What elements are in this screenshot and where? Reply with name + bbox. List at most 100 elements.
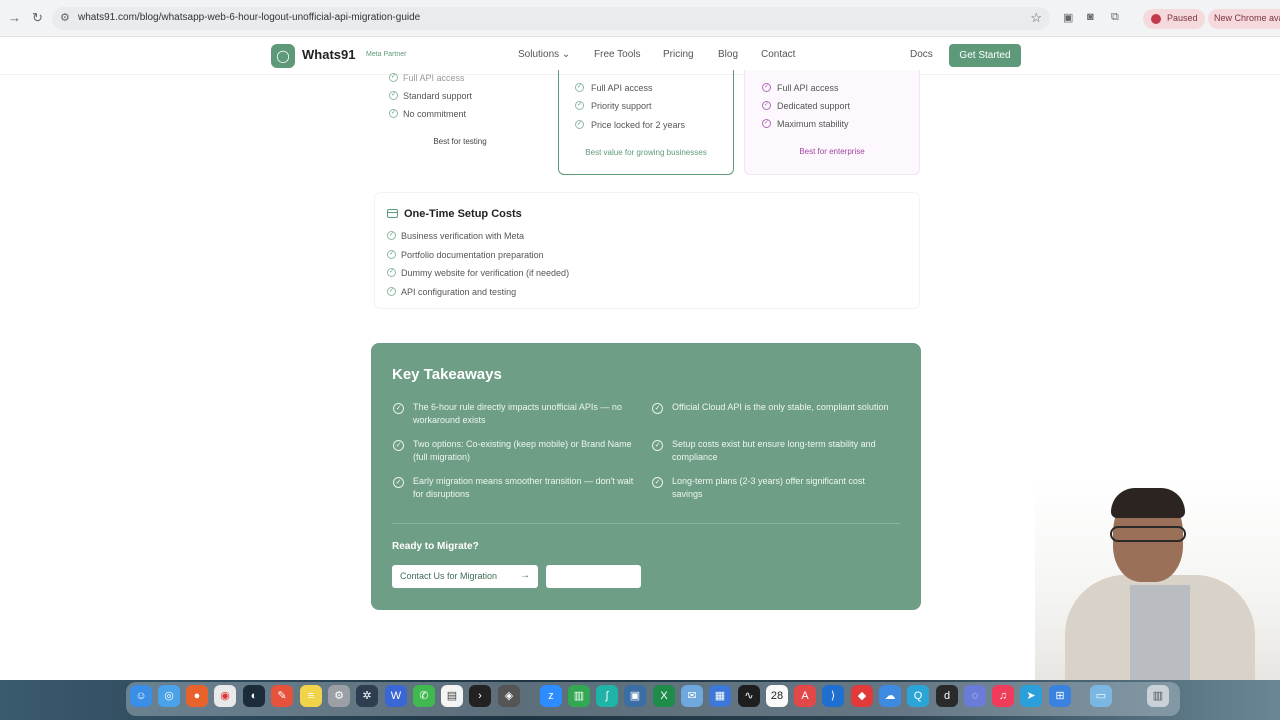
card-note: Best for testing [433,137,487,146]
feature-item: Full API access [591,83,653,93]
takeaway-item: Two options: Co-existing (keep mobile) o… [413,439,632,462]
pencil-app-icon[interactable]: ✎ [271,685,293,707]
keynote-icon[interactable]: ▦ [709,685,731,707]
notes-icon[interactable]: ≡ [300,685,322,707]
zoom-icon[interactable]: z [540,685,562,707]
cloud-app-icon[interactable]: ☁ [879,685,901,707]
firefox-icon[interactable]: ● [186,685,208,707]
check-circle-icon: ✓ [387,250,396,259]
card-note: Best value for growing businesses [585,148,707,157]
feature-item: Price locked for 2 years [591,120,686,130]
feature-item: Priority support [591,101,652,111]
nav-free-tools[interactable]: Free Tools [594,49,641,60]
check-circle-icon: ✓ [652,403,663,414]
trash-icon[interactable]: ▥ [1147,685,1169,707]
nav-solutions[interactable]: Solutions ⌄ [518,49,570,60]
anydesk-icon[interactable]: ◆ [851,685,873,707]
whatsapp-logo-icon[interactable]: ◯ [271,44,295,68]
secondary-cta-button[interactable] [546,565,641,588]
card-note: Best for enterprise [799,147,865,156]
address-bar[interactable]: ⚙ whats91.com/blog/whatsapp-web-6-hour-l… [52,7,1050,30]
word-icon[interactable]: W [385,685,407,707]
setup-item: API configuration and testing [401,287,517,297]
setup-item: Dummy website for verification (if neede… [401,268,570,278]
feature-item: Full API access [403,73,465,83]
terminal-icon[interactable]: › [469,685,491,707]
check-circle-icon: ✓ [389,91,398,100]
reload-icon[interactable]: ↻ [32,10,43,26]
takeaway-item: Early migration means smoother transitio… [413,476,634,499]
nav-contact[interactable]: Contact [761,49,795,60]
takeaway-item: Official Cloud API is the only stable, c… [672,402,889,412]
settings-icon[interactable]: ⚙ [328,685,350,707]
finder-icon[interactable]: ☺ [130,685,152,707]
numbers-icon[interactable]: ▥ [568,685,590,707]
pricing-card-pro: ✓ Full API access ✓ Priority support ✓ P… [558,70,734,175]
windows-app-icon[interactable]: ⊞ [1049,685,1071,707]
get-started-button[interactable]: Get Started [949,44,1021,67]
profile-paused-chip[interactable]: Paused [1143,9,1205,29]
music-icon[interactable]: ♫ [992,685,1014,707]
browser-toolbar: → ↻ ⚙ whats91.com/blog/whatsapp-web-6-ho… [0,0,1280,37]
dji-icon[interactable]: d [936,685,958,707]
activity-monitor-icon[interactable]: ∿ [738,685,760,707]
site-settings-icon[interactable]: ⚙ [60,11,70,24]
check-circle-icon: ✓ [762,119,771,128]
check-circle-icon: ✓ [652,477,663,488]
safari-icon[interactable]: ◎ [158,685,180,707]
contact-for-migration-button[interactable]: Contact Us for Migration → [392,565,538,588]
setup-item: Portfolio documentation preparation [401,250,544,260]
chatgpt-icon[interactable]: ✲ [356,685,378,707]
github-desktop-icon[interactable]: ◈ [498,685,520,707]
downloads-folder-icon[interactable]: ▭ [1090,685,1112,707]
check-circle-icon: ✓ [387,287,396,296]
nav-blog[interactable]: Blog [718,49,738,60]
takeaway-item: The 6-hour rule directly impacts unoffic… [413,402,622,425]
takeaway-item: Long-term plans (2-3 years) offer signif… [672,476,865,499]
chrome-icon[interactable]: ◉ [214,685,236,707]
profile-avatar-icon [1151,14,1161,24]
new-chrome-available-chip[interactable]: New Chrome ava [1208,9,1280,29]
mail-icon[interactable]: ✉ [681,685,703,707]
presenter-hair [1111,488,1185,518]
webcam-overlay [1035,480,1280,680]
calendar-icon[interactable]: 28 [766,685,788,707]
nav-pricing[interactable]: Pricing [663,49,694,60]
ready-to-migrate-heading: Ready to Migrate? [392,541,479,552]
pricing-card-enterprise: ✓ Full API access ✓ Dedicated support ✓ … [744,70,920,175]
check-circle-icon: ✓ [389,109,398,118]
textedit-icon[interactable]: ▤ [441,685,463,707]
feature-item: Full API access [777,83,839,93]
nav-docs[interactable]: Docs [910,49,933,60]
pricing-card-basic: ✓ Full API access ✓ Standard support ✓ N… [374,70,546,175]
preview-icon[interactable]: ▣ [624,685,646,707]
feature-item: Standard support [403,91,473,101]
forward-icon[interactable]: → [8,10,21,25]
extensions-puzzle-icon[interactable]: ⧉ [1111,11,1119,24]
messenger-icon[interactable]: ◌ [964,685,986,707]
setup-title: One-Time Setup Costs [404,208,522,220]
logo-text[interactable]: Whats91 [302,47,355,62]
check-circle-icon: ✓ [393,440,404,451]
takeaways-title: Key Takeaways [392,366,502,383]
cursor-icon[interactable]: ◐ [243,685,265,707]
check-circle-icon: ✓ [575,83,584,92]
check-circle-icon: ✓ [652,440,663,451]
vscode-icon[interactable]: ⟩ [822,685,844,707]
telegram-icon[interactable]: ➤ [1020,685,1042,707]
screenshot-extension-icon[interactable]: ◙ [1087,11,1094,23]
vectorize-icon[interactable]: ∫ [596,685,618,707]
check-circle-icon: ✓ [393,403,404,414]
whatsapp-icon[interactable]: ✆ [413,685,435,707]
bookmark-star-icon[interactable]: ☆ [1030,10,1042,26]
acrobat-icon[interactable]: A [794,685,816,707]
setup-costs-section: One-Time Setup Costs ✓ Business verifica… [374,192,920,309]
new-chrome-label: New Chrome ava [1214,13,1280,23]
contact-button-label: Contact Us for Migration [400,571,498,581]
excel-icon[interactable]: X [653,685,675,707]
camera-extension-icon[interactable]: ▣ [1063,11,1073,24]
macos-dock: ☺ ◎ ● ◉ ◐ ✎ ≡ ⚙ ✲ W ✆ ▤ › ◈ z ▥ ∫ ▣ X ✉ … [0,680,1280,720]
quick-app-icon[interactable]: Q [907,685,929,707]
presenter-glasses [1110,526,1186,542]
check-circle-icon: ✓ [575,101,584,110]
